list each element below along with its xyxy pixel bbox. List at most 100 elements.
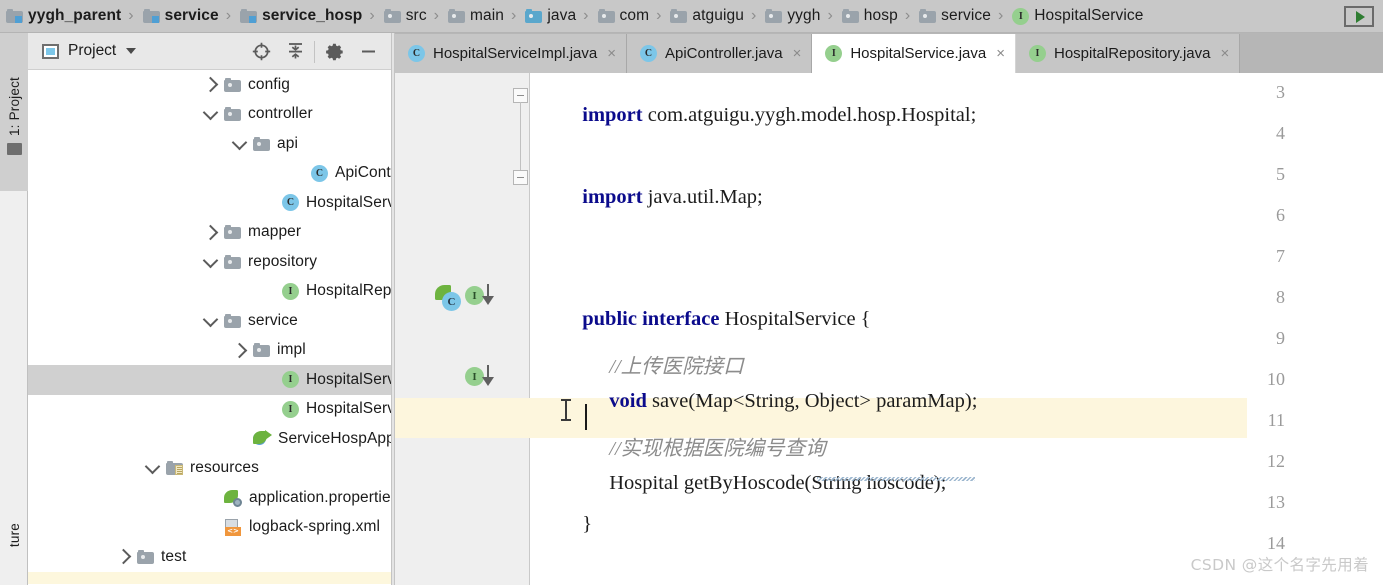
chevron-down-icon[interactable] [202, 247, 218, 277]
breadcrumb-item-service[interactable]: service [137, 0, 221, 33]
breadcrumb-item-atguigu[interactable]: atguigu [664, 0, 746, 33]
module-folder-icon [6, 9, 23, 23]
tree-item-hospitalservice[interactable]: I HospitalService [28, 365, 391, 395]
tree-item-highlighted[interactable] [28, 571, 391, 584]
fold-marker-line-5[interactable] [513, 170, 528, 185]
tree-item-hospitalservice[interactable]: I HospitalService [28, 395, 391, 425]
tree-item-label: test [161, 547, 187, 565]
tree-item-label: application.properties [249, 488, 391, 506]
folder-icon [383, 9, 401, 23]
breadcrumb-item-service[interactable]: service [913, 0, 993, 33]
collapse-all-icon[interactable] [278, 33, 312, 70]
tool-window-button-project[interactable]: 1: Project [0, 33, 28, 191]
breadcrumb-item-label: atguigu [692, 7, 744, 24]
tree-item-label: HospitalServiceImpl [306, 193, 391, 211]
run-configuration-button[interactable] [1344, 6, 1374, 27]
breadcrumb-separator: › [827, 7, 833, 24]
project-panel-header: Project [28, 33, 391, 70]
chevron-down-icon[interactable] [144, 454, 160, 484]
interface-icon: I [282, 371, 299, 389]
breadcrumb-item-hosp[interactable]: hosp [836, 0, 900, 33]
tree-item-label: HospitalService [306, 370, 391, 388]
minimize-icon[interactable] [351, 33, 385, 70]
editor-tabs[interactable]: C HospitalServiceImpl.java × C ApiController… [395, 33, 1383, 73]
project-folder-icon [6, 142, 22, 155]
folder-icon [765, 9, 783, 23]
interface-icon: I [1012, 7, 1030, 25]
tree-item-label: ApiController [335, 164, 391, 182]
breadcrumb-item-service_hosp[interactable]: service_hosp [234, 0, 364, 33]
tool-window-button-structure[interactable]: ture [0, 523, 28, 585]
text-caret [585, 404, 587, 430]
editor-gutter[interactable] [395, 73, 530, 585]
editor-tab-label: ApiController.java [665, 45, 783, 62]
class-gutter-icon[interactable]: C [442, 292, 461, 311]
editor-tab-hospitalrepository[interactable]: I HospitalRepository.java × [1016, 34, 1241, 73]
tree-item-resources[interactable]: resources [28, 454, 391, 484]
tree-item-test[interactable]: test [28, 542, 391, 572]
chevron-down-icon[interactable] [202, 306, 218, 336]
chevron-right-icon[interactable] [231, 336, 247, 366]
breadcrumb-item-label: HospitalService [1034, 7, 1144, 24]
chevron-down-icon[interactable] [202, 100, 218, 130]
folder-icon [597, 9, 615, 23]
project-panel-toolbar [244, 33, 385, 70]
tree-item-logback-spring-xml[interactable]: <> logback-spring.xml [28, 513, 391, 543]
close-icon[interactable]: × [793, 45, 802, 62]
breadcrumb-item-hospitalservice[interactable]: I HospitalService [1006, 0, 1145, 33]
tree-item-hospitalserviceimpl[interactable]: C HospitalServiceImpl [28, 188, 391, 218]
folder-icon [224, 225, 241, 240]
editor-tab-apicontroller[interactable]: C ApiController.java × [627, 34, 813, 73]
tree-item-label: mapper [248, 223, 302, 241]
tree-item-apicontroller[interactable]: C ApiController [28, 159, 391, 189]
project-panel-title: Project [68, 42, 117, 59]
tree-item-hospitalrepository[interactable]: I HospitalRepository [28, 277, 391, 307]
class-icon: C [311, 164, 328, 182]
close-icon[interactable]: × [996, 45, 1005, 62]
spring-properties-icon [224, 489, 242, 507]
locate-icon[interactable] [244, 33, 278, 70]
breadcrumb-item-label: yygh [787, 7, 821, 24]
tree-item-mapper[interactable]: mapper [28, 218, 391, 248]
chevron-right-icon[interactable] [202, 70, 218, 100]
code-text[interactable]: import com.atguigu.yygh.model.hosp.Hospi… [531, 73, 1383, 585]
project-tree[interactable]: config controller api C ApiController C Hospit… [28, 70, 391, 585]
editor-tab-hospitalservice[interactable]: I HospitalService.java × [812, 34, 1016, 73]
tree-item-label: config [248, 75, 290, 93]
chevron-down-icon[interactable] [231, 129, 247, 159]
tree-item-service[interactable]: service [28, 306, 391, 336]
editor-tab-hospitalserviceimpl[interactable]: C HospitalServiceImpl.java × [395, 34, 627, 73]
tree-item-application-properties[interactable]: application.properties [28, 483, 391, 513]
class-icon: C [408, 45, 425, 62]
breadcrumb-item-src[interactable]: src [378, 0, 429, 33]
breadcrumb-item-yygh_parent[interactable]: yygh_parent [0, 0, 123, 33]
breadcrumb-item-label: main [470, 7, 504, 24]
tree-item-api[interactable]: api [28, 129, 391, 159]
tree-item-controller[interactable]: controller [28, 100, 391, 130]
chevron-right-icon[interactable] [202, 218, 218, 248]
close-icon[interactable]: × [1220, 45, 1229, 62]
code-line-13: } [531, 490, 592, 559]
tree-item-servicehospapplication[interactable]: ServiceHospApplication [28, 424, 391, 454]
chevron-down-icon[interactable] [126, 48, 137, 54]
breadcrumb-item-com[interactable]: com [592, 0, 652, 33]
close-icon[interactable]: × [607, 45, 616, 62]
tree-item-repository[interactable]: repository [28, 247, 391, 277]
breadcrumb-item-main[interactable]: main [442, 0, 506, 33]
implemented-by-arrow-line7[interactable] [482, 284, 494, 306]
folder-icon [224, 107, 241, 122]
breadcrumb-item-java[interactable]: java [519, 0, 578, 33]
settings-gear-icon[interactable] [317, 33, 351, 70]
tree-item-config[interactable]: config [28, 70, 391, 100]
code-editor[interactable]: 3 4 5 6 7 8 9 10 11 12 13 14 C I I impor… [395, 73, 1383, 585]
tree-item-impl[interactable]: impl [28, 336, 391, 366]
fold-marker-line-3[interactable] [513, 88, 528, 170]
breadcrumb-item-yygh[interactable]: yygh [759, 0, 822, 33]
chevron-right-icon[interactable] [115, 542, 131, 572]
implemented-by-arrow-line9[interactable] [482, 365, 494, 387]
interface-icon: I [1029, 45, 1046, 62]
